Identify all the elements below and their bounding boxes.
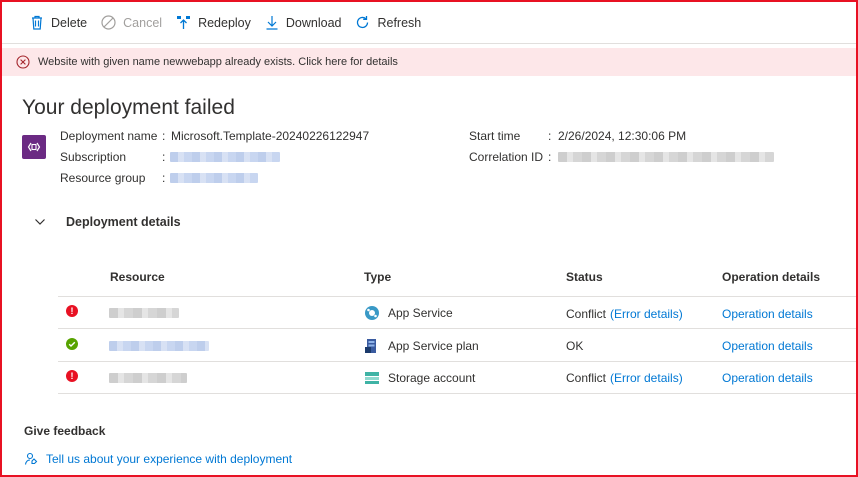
start-time-value: 2/26/2024, 12:30:06 PM [558,129,687,143]
status-text: Conflict [566,371,607,385]
success-status-icon [66,338,78,350]
status-text: OK [566,339,584,353]
cancel-button[interactable]: Cancel [101,15,162,30]
error-banner[interactable]: Website with given name newwebapp alread… [2,48,856,76]
download-icon [266,16,278,30]
error-status-icon: ! [66,305,78,317]
correlation-id-label: Correlation ID [469,150,544,164]
deployment-icon [22,135,46,159]
deployment-name-value: Microsoft.Template-20240226122947 [171,129,370,143]
cancel-icon [101,15,116,30]
type-cell: App Service plan [364,338,479,354]
delete-button[interactable]: Delete [30,15,87,30]
status-cell: Conflict (Error details) [566,307,683,321]
start-time-label: Start time [469,129,521,143]
resource-group-separator: : [162,171,166,185]
download-button[interactable]: Download [265,15,342,30]
download-label: Download [285,15,342,30]
resource-group-label: Resource group [60,171,146,185]
delete-label: Delete [51,15,88,30]
resource-name-redacted[interactable] [109,341,209,351]
error-circle-icon [16,55,30,69]
chevron-down-icon [35,219,45,225]
refresh-icon [357,16,369,29]
error-status-icon: ! [66,370,78,382]
command-bar: Delete Cancel Redeploy Download Refresh [2,2,856,44]
type-label: Storage account [388,371,476,385]
status-text: Conflict [566,307,607,321]
table-divider [58,361,856,362]
trash-icon [32,15,42,30]
correlation-id-value-redacted [558,152,774,162]
column-header-resource: Resource [110,270,165,284]
feedback-link[interactable]: Tell us about your experience with deplo… [24,452,292,466]
app-service-plan-icon [365,339,376,353]
resource-name-redacted[interactable] [109,373,187,383]
deployment-name-label: Deployment name [60,129,158,143]
subscription-label: Subscription [60,150,127,164]
start-time-separator: : [548,129,552,143]
operation-details-link[interactable]: Operation details [722,339,813,353]
redeploy-button[interactable]: Redeploy [176,15,251,30]
redeploy-icon [177,16,191,29]
refresh-label: Refresh [377,15,422,30]
column-header-operation: Operation details [722,270,821,284]
deployment-name-separator: : [162,129,166,143]
deployment-details-toggle[interactable]: Deployment details [34,215,181,229]
portal-frame: Delete Cancel Redeploy Download Refresh … [0,0,858,477]
resource-name-redacted[interactable] [109,308,179,318]
column-header-type: Type [364,270,392,284]
status-cell: OK [566,339,583,353]
feedback-link-label: Tell us about your experience with deplo… [46,452,293,466]
redeploy-label: Redeploy [198,15,251,30]
table-divider [58,296,856,297]
table-divider [58,393,856,394]
error-details-link[interactable]: (Error details) [610,307,683,321]
feedback-icon [24,452,38,465]
resource-group-value-redacted[interactable] [170,173,258,183]
feedback-title: Give feedback [24,424,106,438]
operation-details-link[interactable]: Operation details [722,371,813,385]
cancel-label: Cancel [123,15,163,30]
operation-details-link[interactable]: Operation details [722,307,813,321]
app-service-icon [365,306,379,320]
banner-message: Website with given name newwebapp alread… [38,56,398,68]
type-cell: Storage account [364,370,475,386]
subscription-separator: : [162,150,166,164]
column-header-status: Status [566,270,603,284]
correlation-id-separator: : [548,150,552,164]
deployment-details-title: Deployment details [66,215,181,229]
status-cell: Conflict (Error details) [566,371,683,385]
table-divider [58,328,856,329]
error-details-link[interactable]: (Error details) [610,371,683,385]
type-label: App Service [388,306,453,320]
type-cell: App Service [364,305,453,321]
type-label: App Service plan [388,339,479,353]
page-title: Your deployment failed [22,96,235,119]
subscription-value-redacted[interactable] [170,152,280,162]
refresh-button[interactable]: Refresh [355,15,421,30]
storage-account-icon [365,372,379,384]
